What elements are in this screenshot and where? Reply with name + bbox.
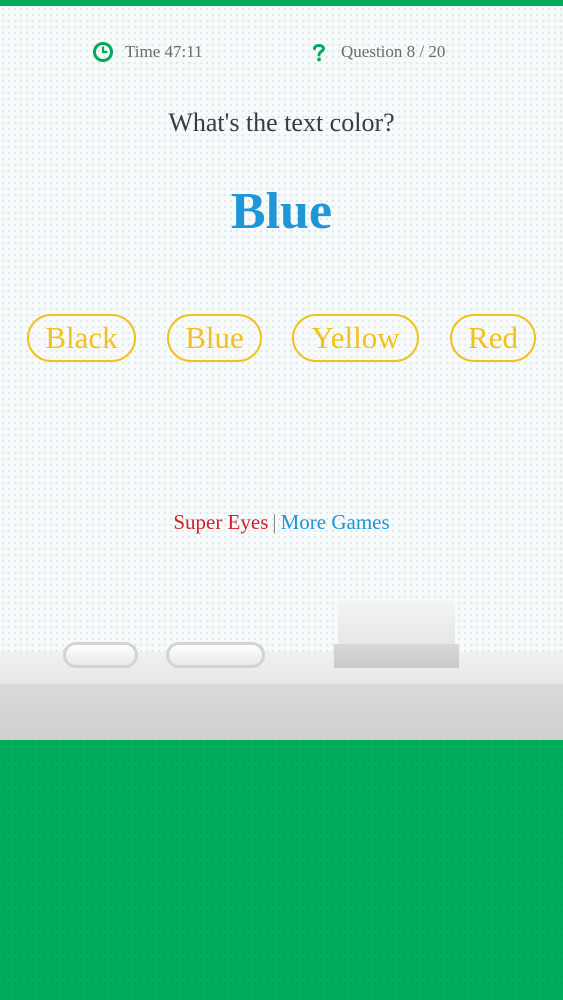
answer-button-red[interactable]: Red [450,314,536,362]
link-separator: | [272,510,277,534]
clock-icon [92,41,114,63]
super-eyes-link[interactable]: Super Eyes [173,510,268,534]
answer-button-black[interactable]: Black [27,314,136,362]
timer-display: Time 47:11 [92,40,203,64]
footer-links: Super Eyes | More Games [0,510,563,535]
shelf-box-front [334,644,459,668]
shelf-pill-left [63,642,138,668]
shelf-pill-right [166,642,265,668]
question-counter: Question 8 / 20 [308,40,445,64]
game-screen: Time 47:11 Question 8 / 20 What's the te… [0,0,563,1000]
question-icon [308,41,330,63]
shelf-front [0,684,563,740]
bottom-green-panel [0,740,563,1000]
shelf-box-top [338,601,455,644]
color-word: Blue [230,183,333,240]
top-accent-bar [0,0,563,6]
question-prompt: What's the text color? [168,108,395,137]
more-games-link[interactable]: More Games [281,510,390,534]
answer-button-yellow[interactable]: Yellow [292,314,419,362]
timer-label: Time 47:11 [125,42,203,61]
answer-button-blue[interactable]: Blue [167,314,262,362]
question-label: Question 8 / 20 [341,42,446,61]
shelf-box [334,601,459,668]
